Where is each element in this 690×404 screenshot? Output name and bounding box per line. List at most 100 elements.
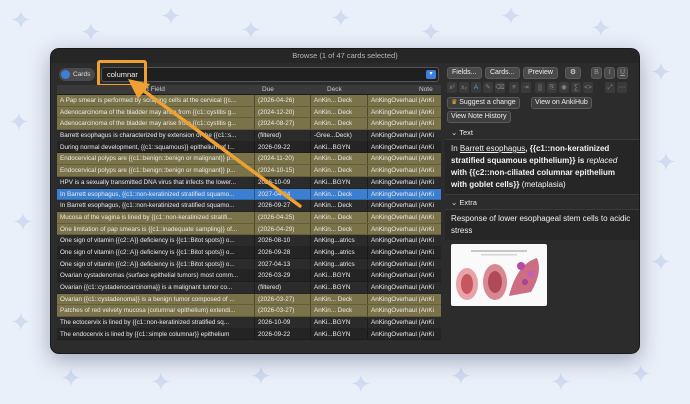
cell-note: AnKingOverhaul (AnKi	[367, 282, 441, 293]
table-row[interactable]: Endocervical polyps are {{c1::benign::be…	[57, 153, 441, 166]
cell-deck: AnKin... Deck	[310, 95, 364, 106]
table-row[interactable]: A Pap smear is performed by scraping cel…	[57, 95, 441, 107]
text-field-header[interactable]: ⌄ Text	[445, 127, 639, 139]
cell-due: 2026-08-10	[254, 235, 306, 246]
cell-note: AnKingOverhaul (AnKi	[367, 270, 441, 282]
table-row[interactable]: Adenocarcinoma of the bladder may arise …	[57, 106, 441, 119]
cell-due: 2026-03-29	[254, 270, 306, 282]
attach-icon[interactable]: ⎘	[547, 82, 557, 93]
highlight-icon[interactable]: ✎	[483, 82, 493, 93]
text-field-label: Text	[459, 128, 474, 137]
toggle-knob	[61, 70, 70, 79]
cards-notes-toggle[interactable]: Cards	[59, 68, 95, 81]
cloze-icon[interactable]: []	[535, 82, 545, 93]
table-row[interactable]: In Barrett esophagus, {{c1::non-keratini…	[57, 188, 441, 201]
cell-deck: -Gree...Deck)	[310, 130, 364, 141]
cell-sort-field: One sign of vitamin {{c2::A}} deficiency…	[60, 260, 235, 268]
cell-deck: AnKin... Deck	[310, 153, 364, 165]
table-row[interactable]: HPV is a sexually transmitted DNA virus …	[57, 176, 441, 189]
bold-button[interactable]: B	[591, 67, 602, 79]
font-color-icon[interactable]: A	[471, 82, 481, 93]
cell-deck: AnKing...atrics	[310, 246, 364, 258]
cell-due: 2026-10-09	[254, 317, 306, 328]
cell-sort-field: The endocervix is lined by {{c1::simple …	[60, 330, 230, 338]
extra-field-editor[interactable]: Response of lower esophageal stem cells …	[445, 209, 639, 240]
view-on-ankihub-button[interactable]: View on AnkiHub	[531, 97, 592, 109]
text-part-6: (metaplasia)	[519, 180, 566, 189]
search-query: columnar	[107, 70, 138, 79]
table-row[interactable]: The ectocervix is lined by {{c1::non-ker…	[57, 317, 441, 329]
cell-due: 2027-04-24	[254, 188, 306, 200]
cell-sort-field: Adenocarcinoma of the bladder may arise …	[60, 120, 237, 128]
more-icon[interactable]: ⋯	[617, 82, 627, 93]
table-row[interactable]: One sign of vitamin {{c2::A}} deficiency…	[57, 246, 441, 259]
cell-due: 2026-09-28	[254, 246, 306, 258]
subscript-icon[interactable]: x₂	[459, 82, 469, 93]
cards-button[interactable]: Cards...	[485, 67, 520, 79]
cell-deck: AnKi...BGYN	[310, 176, 364, 188]
cell-note: AnKingOverhaul (AnKi	[367, 95, 441, 106]
suggest-label: Suggest a change	[459, 99, 516, 106]
cell-note: AnKingOverhaul (AnKi	[367, 130, 441, 141]
cell-note: AnKingOverhaul (AnKi	[367, 106, 441, 118]
cell-deck: AnKin... Deck	[310, 188, 364, 200]
table-row[interactable]: One sign of vitamin {{c2::A}} deficiency…	[57, 235, 441, 247]
cell-sort-field: Barrett esophagus is characterized by ex…	[60, 132, 237, 140]
microphone-icon[interactable]: ◉	[559, 82, 569, 93]
cell-note: AnKingOverhaul (AnKi	[367, 317, 441, 328]
extra-field-text: Response of lower esophageal stem cells …	[451, 214, 631, 235]
table-row[interactable]: Ovarian {{c1::cystadenoma}} is a benign …	[57, 293, 441, 306]
ankihub-row: ♛ Suggest a change View on AnkiHub	[445, 97, 639, 111]
table-row[interactable]: The endocervix is lined by {{c1::simple …	[57, 328, 441, 341]
cell-deck: AnKin... Deck	[310, 223, 364, 235]
list-icon[interactable]: ≡	[509, 82, 519, 93]
cell-note: AnKingOverhaul (AnKi	[367, 188, 441, 200]
view-note-history-button[interactable]: View Note History	[447, 111, 511, 123]
italic-button[interactable]: I	[604, 67, 615, 79]
expand-icon[interactable]: ⤢	[605, 82, 615, 93]
table-row[interactable]: Endocervical polyps are {{c1::benign::be…	[57, 165, 441, 177]
text-field-editor[interactable]: In Barrett esophagus, {{c1::non-keratini…	[445, 139, 639, 195]
text-part-1: In	[451, 144, 460, 153]
card-list-pane: Cards columnar ▾ Sort Field Due Deck Not…	[57, 60, 441, 349]
html-icon[interactable]: <>	[583, 82, 593, 93]
chevron-down-icon[interactable]: ▾	[426, 70, 436, 79]
indent-icon[interactable]: ⇥	[521, 82, 531, 93]
column-header-note[interactable]: Note	[419, 85, 433, 95]
esophagus-diagram-image	[451, 244, 547, 306]
cell-deck: AnKin... Deck	[310, 200, 364, 211]
table-row[interactable]: Mucosa of the vagina is lined by {{c1::n…	[57, 211, 441, 224]
superscript-icon[interactable]: x²	[447, 82, 457, 93]
column-header-deck[interactable]: Deck	[327, 85, 342, 95]
table-row[interactable]: During normal development, {{c1::squamou…	[57, 141, 441, 154]
column-header-due[interactable]: Due	[262, 85, 274, 95]
extra-field-header[interactable]: ⌄ Extra	[445, 197, 639, 209]
column-header-sort[interactable]: Sort Field	[137, 85, 165, 95]
clear-format-icon[interactable]: ⌫	[495, 82, 505, 93]
table-row[interactable]: Barrett esophagus is characterized by ex…	[57, 130, 441, 142]
table-row[interactable]: One sign of vitamin {{c2::A}} deficiency…	[57, 258, 441, 271]
table-row[interactable]: Patches of red velvety mucosa (columnar …	[57, 305, 441, 318]
cell-sort-field: Mucosa of the vagina is lined by {{c1::n…	[60, 213, 233, 221]
cell-due: (2026-04-26)	[254, 95, 306, 106]
cell-sort-field: One sign of vitamin {{c2::A}} deficiency…	[60, 248, 235, 256]
math-icon[interactable]: ∑	[571, 82, 581, 93]
preview-button[interactable]: Preview	[523, 67, 558, 79]
cell-sort-field: The ectocervix is lined by {{c1::non-ker…	[60, 319, 230, 327]
text-part-2: Barrett esophagus	[459, 144, 526, 153]
collapse-chevron-icon[interactable]: ⌄	[451, 198, 457, 207]
search-input[interactable]: columnar ▾	[101, 67, 439, 82]
table-row[interactable]: Ovarian {{c1::cystadenocarcinoma}} is a …	[57, 282, 441, 294]
table-row[interactable]: Ovarian cystadenomas (surface epithelial…	[57, 270, 441, 282]
cell-deck: AnKi...BGYN	[310, 141, 364, 153]
cell-due: (2026-04-29)	[254, 223, 306, 235]
underline-button[interactable]: U	[617, 67, 628, 79]
gear-icon[interactable]: ⚙	[565, 67, 581, 79]
collapse-chevron-icon[interactable]: ⌄	[451, 128, 457, 137]
fields-button[interactable]: Fields...	[447, 67, 482, 79]
table-row[interactable]: In Barrett esophagus, {{c1::non-keratini…	[57, 200, 441, 212]
table-row[interactable]: One limitation of pap smears is {{c1::in…	[57, 223, 441, 236]
suggest-change-button[interactable]: ♛ Suggest a change	[447, 97, 520, 109]
table-row[interactable]: Adenocarcinoma of the bladder may arise …	[57, 118, 441, 131]
cell-deck: AnKin... Deck	[310, 305, 364, 317]
